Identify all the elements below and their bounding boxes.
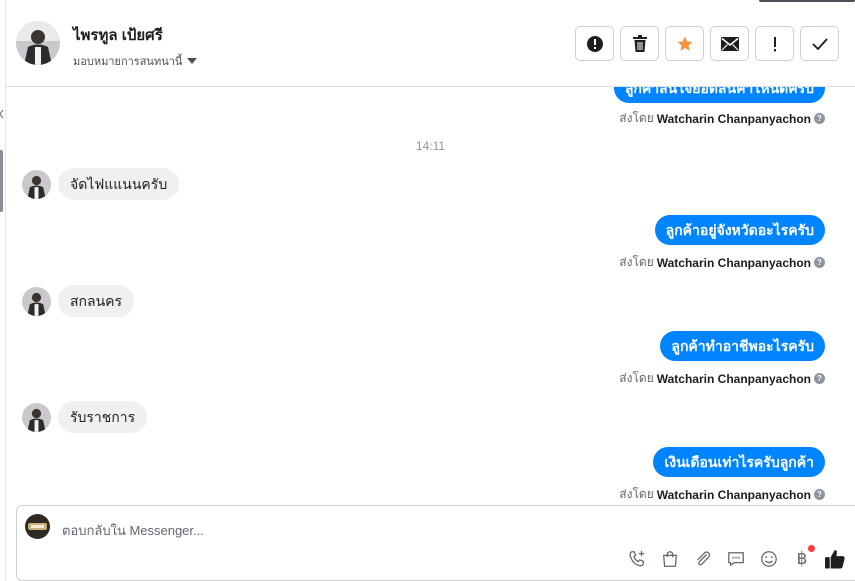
message-row-incoming: จัดไฟแแนนครับ <box>22 168 180 200</box>
message-row-incoming: รับราชการ <box>22 401 148 433</box>
sent-by-line: ส่งโดย Watcharin Chanpanyachon ? <box>619 369 825 388</box>
assign-label: มอบหมายการสนทนานี้ <box>73 56 183 68</box>
chat-bubble-icon <box>728 552 744 567</box>
alert-icon <box>586 35 603 52</box>
message-outgoing[interactable]: ลูกค้าสนใจยอดสินค้าไหนดีครับ <box>613 87 825 103</box>
smiley-icon <box>761 551 777 567</box>
check-icon <box>811 37 828 50</box>
envelope-icon <box>720 36 739 51</box>
assign-conversation-dropdown[interactable]: มอบหมายการสนทนานี้ <box>73 52 198 70</box>
sent-by-line: ส่งโดย Watcharin Chanpanyachon ? <box>619 485 825 504</box>
agent-name: Watcharin Chanpanyachon <box>656 371 811 386</box>
notification-dot <box>808 545 815 552</box>
mark-unread-button[interactable] <box>710 26 749 61</box>
sent-by-line: ส่งโดย Watcharin Chanpanyachon ? <box>619 109 825 128</box>
timestamp: 14:11 <box>415 139 446 153</box>
thumbs-up-icon <box>825 550 845 569</box>
contact-avatar-small[interactable] <box>22 169 51 199</box>
trash-icon <box>632 34 647 52</box>
panel-scroll-indicator[interactable] <box>0 150 3 212</box>
caret-down-icon <box>187 58 198 64</box>
sent-by-line: ส่งโดย Watcharin Chanpanyachon ? <box>619 253 825 272</box>
message-incoming[interactable]: รับราชการ <box>58 401 148 433</box>
follow-up-button[interactable] <box>755 26 794 61</box>
sent-by-prefix: ส่งโดย <box>619 111 654 125</box>
paperclip-icon <box>697 551 711 566</box>
baht-icon: ฿ <box>796 549 808 569</box>
attach-button[interactable] <box>693 548 713 570</box>
mark-done-button[interactable] <box>800 26 839 61</box>
agent-name: Watcharin Chanpanyachon <box>656 255 811 270</box>
contact-avatar-small[interactable] <box>22 402 51 432</box>
sent-by-prefix: ส่งโดย <box>619 371 654 385</box>
message-outgoing[interactable]: ลูกค้าอยู่จังหวัดอะไรครับ <box>654 215 825 245</box>
saved-replies-button[interactable] <box>726 548 746 570</box>
composer-toolbar: ฿ <box>627 545 845 570</box>
reply-input[interactable]: ตอบกลับใน Messenger... <box>62 520 204 541</box>
sent-by-prefix: ส่งโดย <box>619 487 654 501</box>
page-avatar <box>25 514 50 539</box>
contact-avatar[interactable] <box>16 21 60 65</box>
reply-composer: ตอบกลับใน Messenger... ฿ <box>16 505 855 581</box>
contact-name[interactable]: ไพรทูล เป้ยศรี <box>73 23 163 47</box>
help-icon[interactable]: ? <box>814 373 825 384</box>
star-button[interactable] <box>665 26 704 61</box>
mark-spam-button[interactable] <box>575 26 614 61</box>
message-incoming[interactable]: สกลนคร <box>58 285 135 317</box>
sent-by-prefix: ส่งโดย <box>619 255 654 269</box>
star-icon <box>677 36 692 51</box>
agent-name: Watcharin Chanpanyachon <box>656 111 811 126</box>
delete-button[interactable] <box>620 26 659 61</box>
help-icon[interactable]: ? <box>814 257 825 268</box>
help-icon[interactable]: ? <box>814 489 825 500</box>
message-row-incoming: สกลนคร <box>22 285 135 317</box>
emoji-button[interactable] <box>759 548 779 570</box>
agent-name: Watcharin Chanpanyachon <box>656 487 811 502</box>
shopping-bag-icon <box>663 551 677 567</box>
payment-button[interactable]: ฿ <box>792 545 815 570</box>
collapse-arrow-icon[interactable] <box>0 110 4 118</box>
phone-plus-icon <box>629 550 645 567</box>
header-toolbar <box>575 26 839 61</box>
contact-avatar-small[interactable] <box>22 286 51 316</box>
message-outgoing[interactable]: ลูกค้าทำอาชีพอะไรครับ <box>660 331 825 361</box>
message-incoming[interactable]: จัดไฟแแนนครับ <box>58 168 180 200</box>
message-outgoing[interactable]: เงินเดือนเท่าไรครับลูกค้า <box>653 447 825 477</box>
message-text: ลูกค้าสนใจยอดสินค้าไหนดีครับ <box>624 87 814 96</box>
like-button[interactable] <box>825 548 845 570</box>
call-button[interactable] <box>627 548 647 570</box>
help-icon[interactable]: ? <box>814 113 825 124</box>
exclamation-icon <box>773 36 776 51</box>
conversation-header: ไพรทูล เป้ยศรี มอบหมายการสนทนานี้ <box>6 0 855 87</box>
conversation-thread[interactable]: ลูกค้าสนใจยอดสินค้าไหนดีครับ ส่งโดย Watc… <box>6 87 855 505</box>
shop-button[interactable] <box>660 548 680 570</box>
